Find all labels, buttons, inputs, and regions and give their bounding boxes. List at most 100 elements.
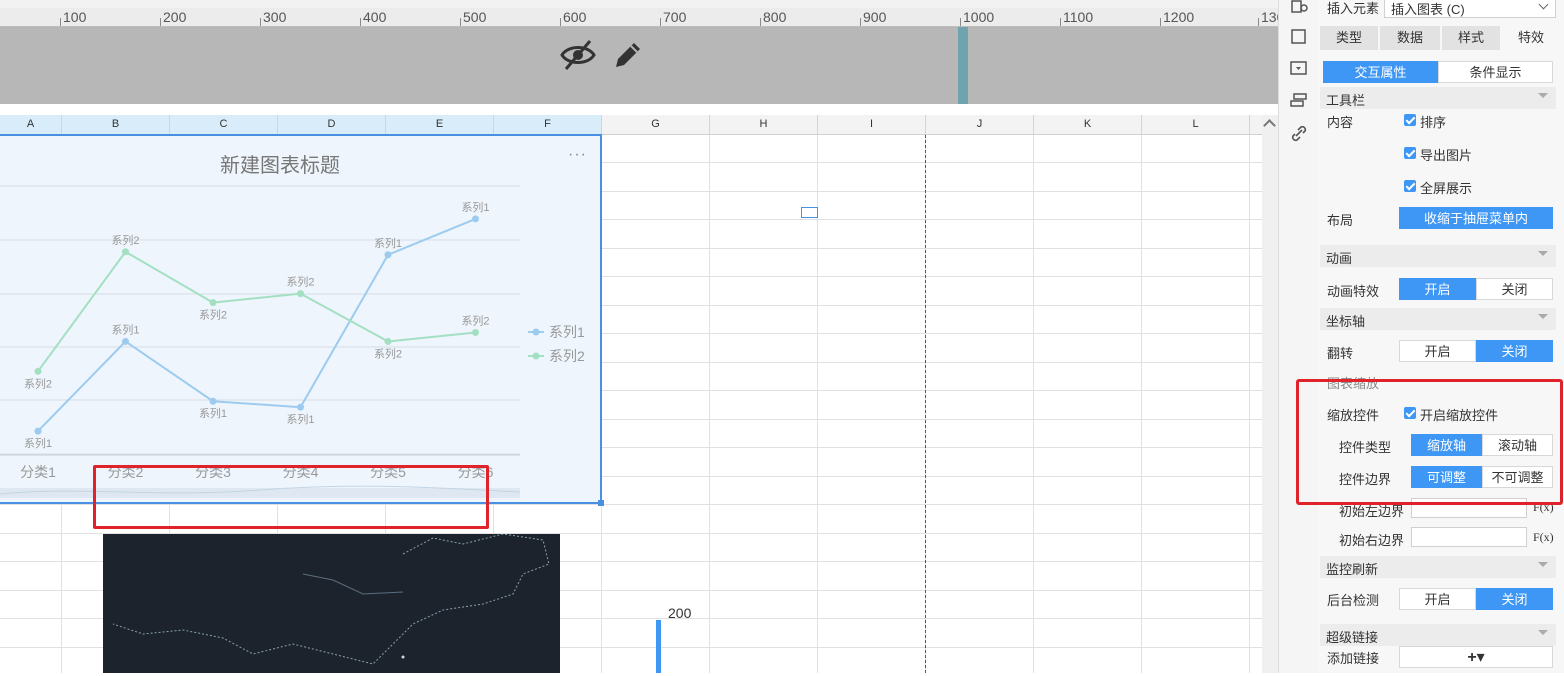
column-header-b[interactable]: B xyxy=(62,115,170,134)
map-outline xyxy=(112,533,550,665)
flip-label: 翻转 xyxy=(1327,346,1354,361)
column-header-l[interactable]: L xyxy=(1142,115,1250,134)
bg-check-off-button[interactable]: 关闭 xyxy=(1476,588,1553,610)
legend-label: 系列1 xyxy=(549,324,585,340)
column-header-h[interactable]: H xyxy=(710,115,818,134)
data-label: 系列2 xyxy=(111,233,139,247)
column-header-k[interactable]: K xyxy=(1034,115,1142,134)
column-header-e[interactable]: E xyxy=(386,115,494,134)
scroll-up-icon[interactable] xyxy=(1263,119,1276,132)
sort-checkbox[interactable] xyxy=(1404,114,1416,126)
layout-option[interactable]: 收缩于抽屉菜单内 xyxy=(1399,207,1553,229)
data-point xyxy=(472,215,479,223)
widget-icon[interactable] xyxy=(1290,0,1308,14)
series-line xyxy=(37,250,476,372)
add-link-label: 添加链接 xyxy=(1327,651,1380,666)
section-axis[interactable]: 坐标轴 xyxy=(1320,308,1556,330)
grid-vline xyxy=(709,135,710,673)
init-right-fx-button[interactable]: F(x) xyxy=(1533,530,1554,545)
column-header-i[interactable]: I xyxy=(818,115,926,134)
section-animation-label: 动画 xyxy=(1326,251,1353,266)
ruler-label: 100 xyxy=(63,9,87,25)
layout-label: 布局 xyxy=(1327,213,1354,228)
section-hyperlink-label: 超级链接 xyxy=(1326,630,1379,645)
column-header-j[interactable]: J xyxy=(926,115,1034,134)
bg-check-on-button[interactable]: 开启 xyxy=(1399,588,1476,610)
legend-label: 系列2 xyxy=(549,348,585,364)
flip-off-button[interactable]: 关闭 xyxy=(1476,340,1553,362)
data-point xyxy=(472,328,479,336)
export-image-checkbox[interactable] xyxy=(1404,147,1416,159)
column-header-a[interactable]: A xyxy=(0,115,62,134)
data-label: 系列2 xyxy=(286,275,314,289)
subtab-condition[interactable]: 条件显示 xyxy=(1438,61,1553,83)
tab-type[interactable]: 类型 xyxy=(1320,26,1378,50)
ruler-label: 800 xyxy=(763,9,787,25)
section-monitor[interactable]: 监控刷新 xyxy=(1320,556,1556,578)
insert-element-label: 插入元素 xyxy=(1327,1,1380,16)
link-icon[interactable] xyxy=(1290,124,1308,142)
chevron-down-icon xyxy=(1538,0,1549,10)
data-label: 系列1 xyxy=(111,322,139,336)
highlight-box-zoom-settings xyxy=(1296,379,1563,505)
caret-icon xyxy=(1538,314,1548,319)
ruler-tick xyxy=(960,18,961,26)
anim-on-button[interactable]: 开启 xyxy=(1399,278,1476,300)
data-point xyxy=(384,251,392,259)
resize-handle[interactable] xyxy=(598,500,604,506)
data-label: 系列1 xyxy=(374,236,402,250)
layer-icon[interactable] xyxy=(1290,92,1308,108)
column-header-g[interactable]: G xyxy=(602,115,710,134)
legend-marker xyxy=(532,328,540,336)
ruler-tick xyxy=(260,18,261,26)
column-header-f[interactable]: F xyxy=(494,115,602,134)
line-chart[interactable]: 新建图表标题 ··· 分类1 分类2 分类3 分类4 分类5 分类6 系列1 系列1 系列1 系列… xyxy=(0,134,602,504)
ruler-tick xyxy=(860,18,861,26)
flip-on-button[interactable]: 开启 xyxy=(1399,340,1476,362)
init-right-input[interactable] xyxy=(1411,527,1527,547)
ruler-tick xyxy=(60,18,61,26)
anim-off-button[interactable]: 关闭 xyxy=(1476,278,1553,300)
subtab-interaction[interactable]: 交互属性 xyxy=(1323,61,1438,83)
ruler: 100 200 300 400 500 600 700 800 900 1000 1100 1200 1… xyxy=(0,8,1284,27)
section-animation[interactable]: 动画 xyxy=(1320,245,1556,267)
chart-plot: 分类1 分类2 分类3 分类4 分类5 分类6系列1系列1系列1 系列1系列1系列1系列1系… xyxy=(0,185,585,498)
section-monitor-label: 监控刷新 xyxy=(1326,562,1379,577)
data-label: 系列1 xyxy=(461,200,489,214)
ruler-label: 400 xyxy=(363,9,387,25)
data-point xyxy=(122,248,129,256)
highlight-box-axis xyxy=(93,465,489,529)
ruler-label: 1000 xyxy=(963,9,995,25)
eye-slash-icon[interactable] xyxy=(560,39,596,71)
data-label: 系列2 xyxy=(24,376,52,390)
frame-icon[interactable] xyxy=(1290,28,1308,46)
ruler-tick xyxy=(160,18,161,26)
caret-icon xyxy=(1538,251,1548,256)
insert-element-select[interactable]: 插入图表 (C) xyxy=(1384,0,1556,18)
ruler-label: 900 xyxy=(863,9,887,25)
tab-data[interactable]: 数据 xyxy=(1380,26,1440,50)
caret-icon xyxy=(1538,630,1548,635)
data-point xyxy=(209,299,217,307)
column-header-c[interactable]: C xyxy=(170,115,278,134)
map-chart[interactable] xyxy=(103,533,560,673)
insert-element-value: 插入图表 (C) xyxy=(1391,2,1465,17)
data-label: 系列2 xyxy=(374,346,402,360)
pencil-icon[interactable] xyxy=(612,39,644,71)
ruler-label: 700 xyxy=(663,9,687,25)
section-hyperlink[interactable]: 超级链接 xyxy=(1320,624,1556,646)
legend-marker xyxy=(532,352,540,360)
popup-icon[interactable] xyxy=(1290,60,1308,76)
grid-vline xyxy=(1249,135,1250,673)
add-link-button[interactable]: +▾ xyxy=(1399,646,1553,668)
ruler-label: 600 xyxy=(563,9,587,25)
tab-effects[interactable]: 特效 xyxy=(1502,26,1560,50)
vertical-scrollbar[interactable] xyxy=(1262,115,1278,673)
section-toolbar[interactable]: 工具栏 xyxy=(1320,87,1556,109)
data-point xyxy=(297,403,304,411)
map-value-bar xyxy=(656,620,661,673)
fullscreen-checkbox[interactable] xyxy=(1404,180,1416,192)
tab-style[interactable]: 样式 xyxy=(1442,26,1500,50)
column-header-d[interactable]: D xyxy=(278,115,386,134)
ruler-tick xyxy=(360,18,361,26)
